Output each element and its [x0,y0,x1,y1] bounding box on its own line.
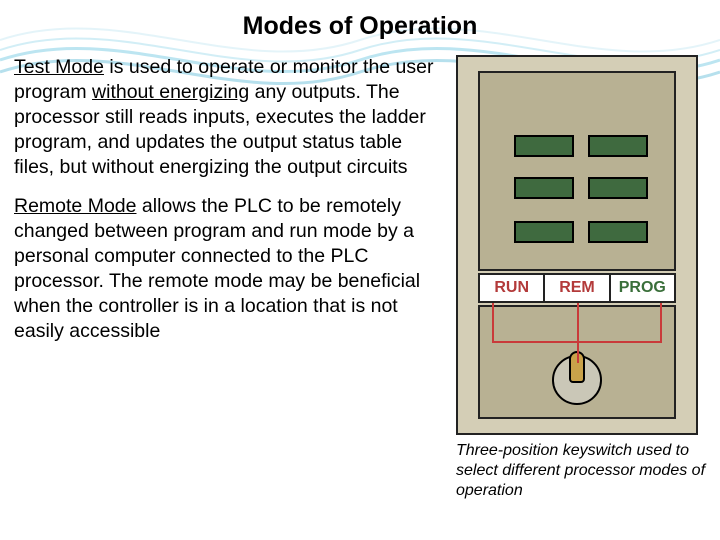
mode-labels-bar: RUN REM PROG [478,273,676,303]
remote-mode-label: Remote Mode [14,195,136,217]
indicator-slot [588,177,648,199]
indicator-slot [588,135,648,157]
label-run: RUN [480,275,545,301]
label-prog: PROG [611,275,674,301]
test-mode-label: Test Mode [14,56,104,78]
indicator-slot [514,135,574,157]
diagram-caption: Three-position keyswitch used to select … [456,441,706,501]
indicator-slot [514,177,574,199]
test-mode-underline-2: without energizing [92,81,249,103]
page-title: Modes of Operation [14,12,706,41]
label-rem: REM [545,275,610,301]
wire-run [492,303,494,343]
diagram-top-panel [478,71,676,271]
wire-rem [577,303,579,343]
wire-to-key [577,341,579,363]
indicator-slot [514,221,574,243]
keyswitch-diagram: RUN REM PROG [456,55,698,435]
text-column: Test Mode is used to operate or monitor … [14,55,446,501]
wire-prog [660,303,662,343]
paragraph-remote-mode: Remote Mode allows the PLC to be remotel… [14,194,446,344]
paragraph-test-mode: Test Mode is used to operate or monitor … [14,55,446,180]
indicator-slot [588,221,648,243]
